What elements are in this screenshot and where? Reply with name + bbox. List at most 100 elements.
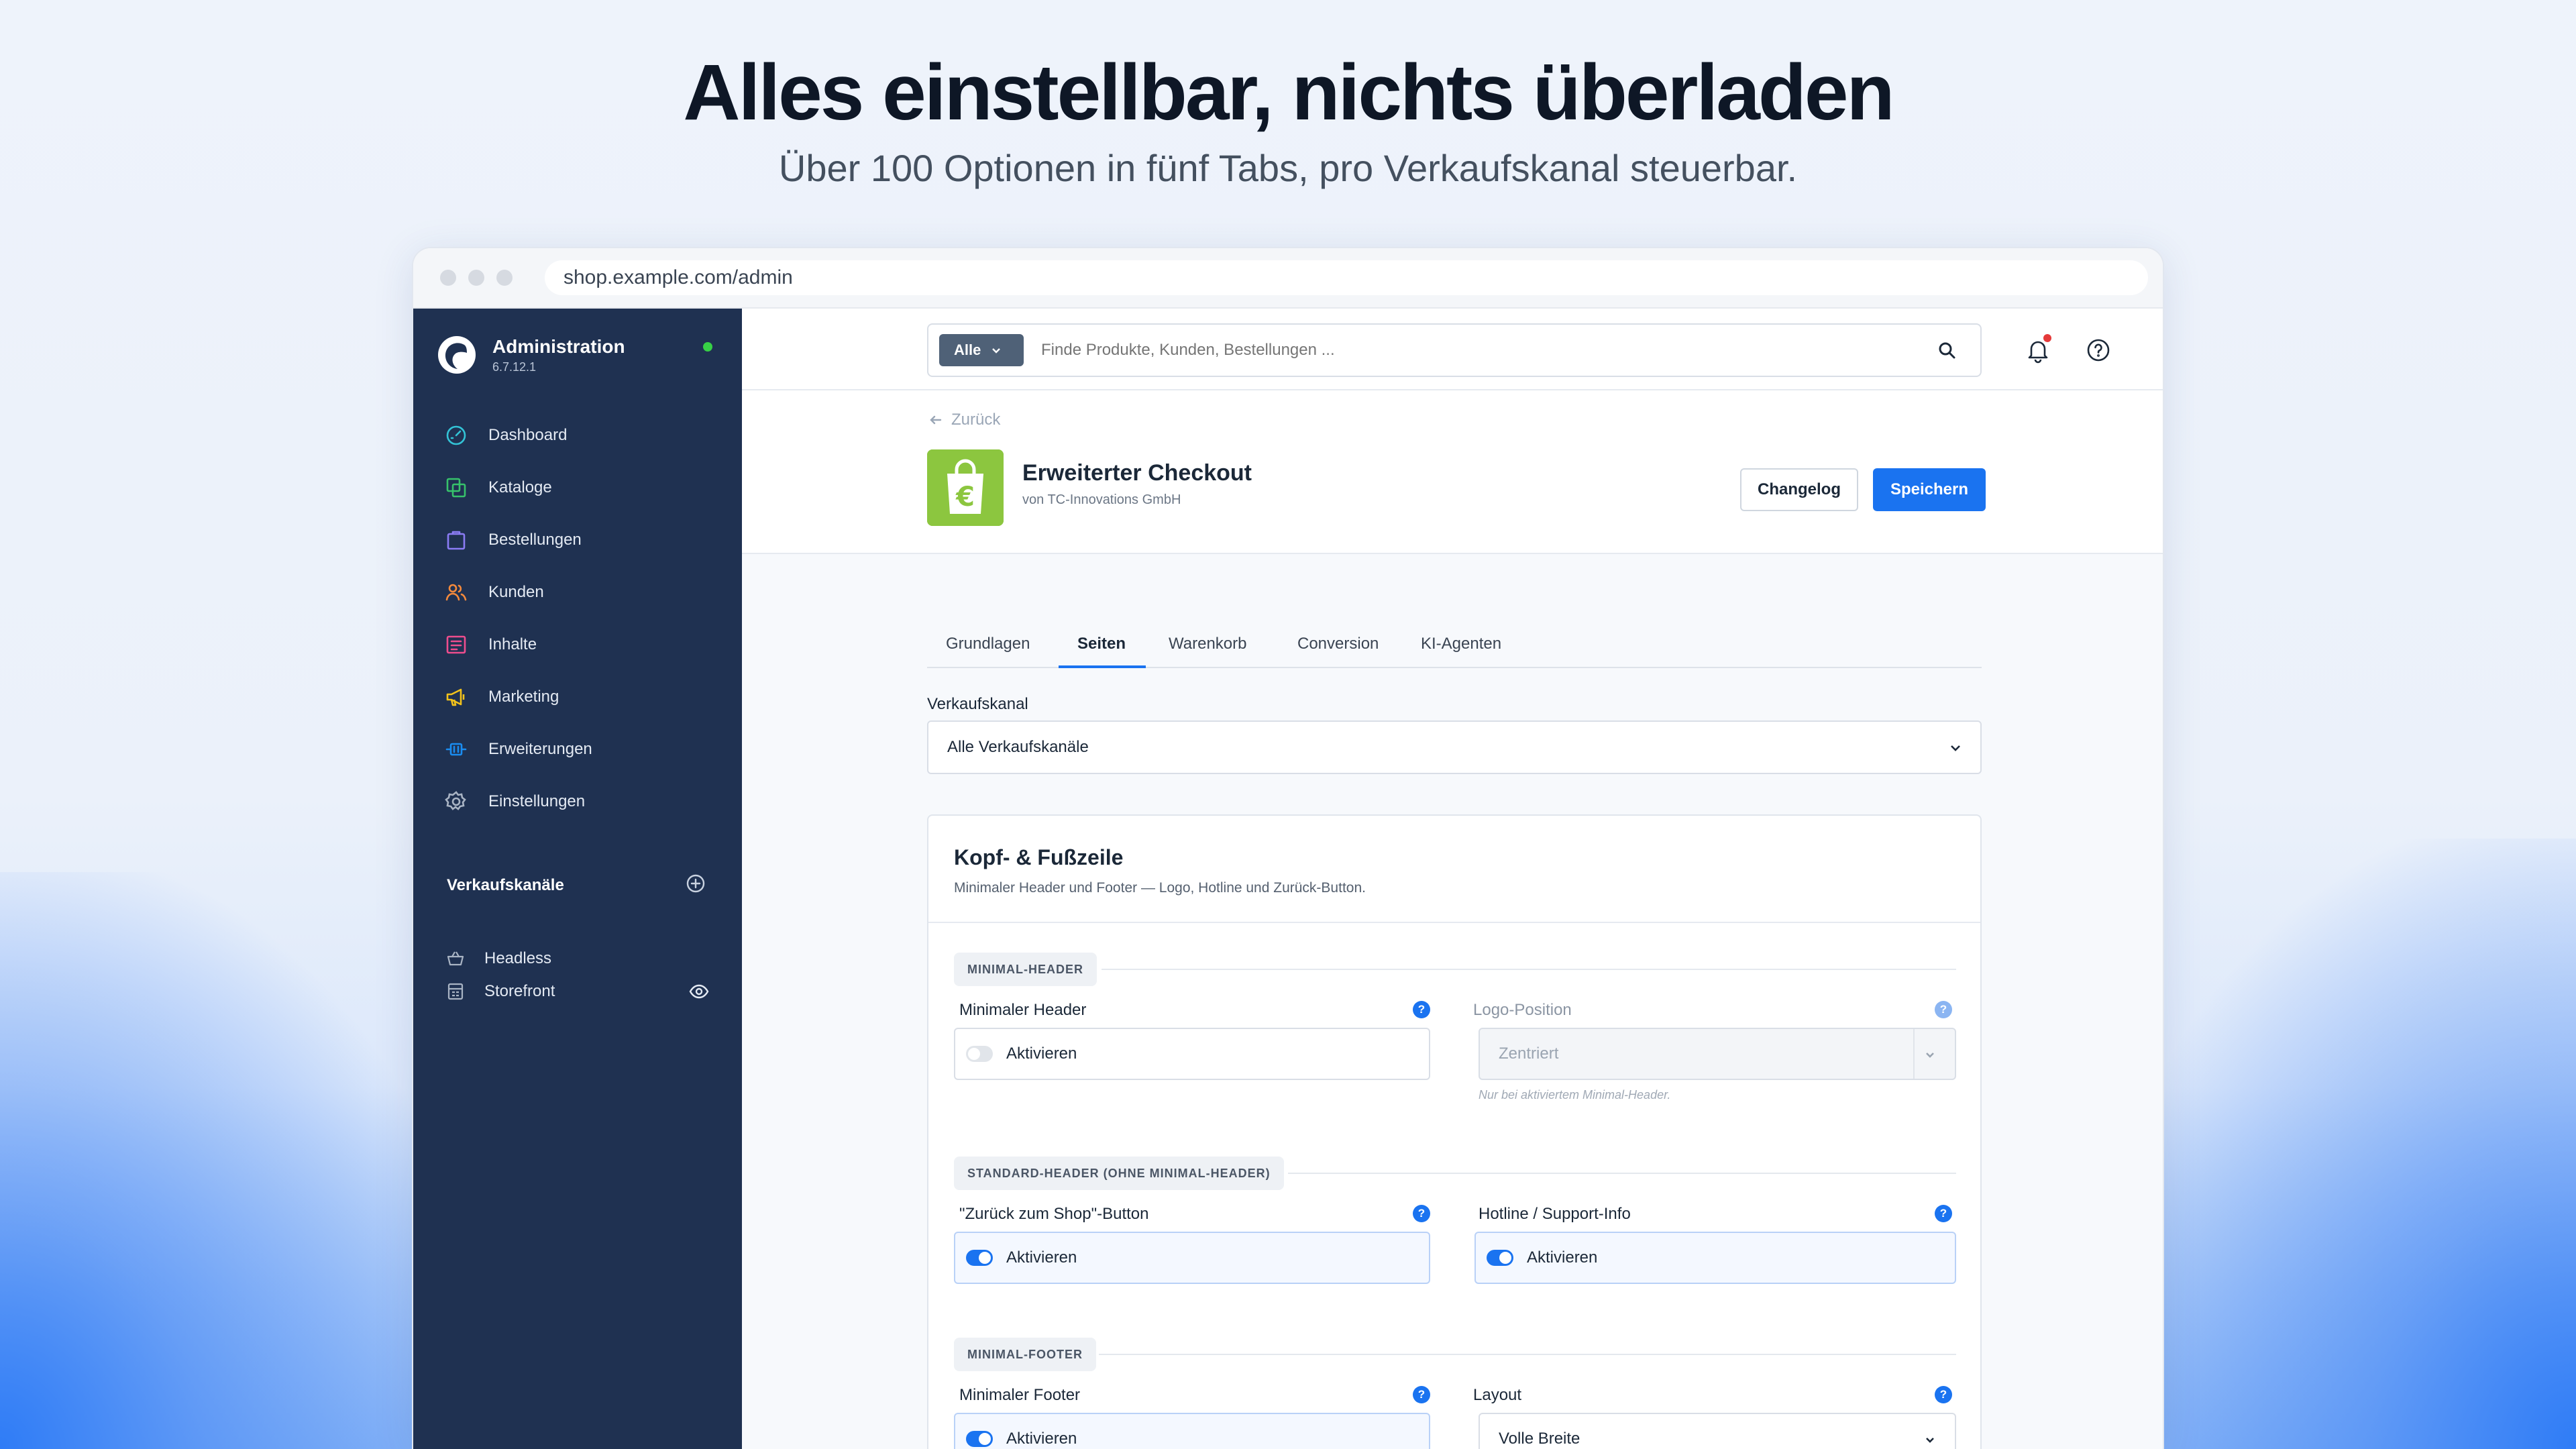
toggle-text: Aktivieren [1006, 1044, 1077, 1063]
sidebar-item-label: Einstellungen [488, 792, 586, 810]
tab-bar: Grundlagen Seiten Warenkorb Conversion K… [927, 628, 1982, 668]
arrow-left-icon [930, 415, 942, 425]
minimal-header-toggle[interactable]: Aktivieren [954, 1028, 1430, 1080]
url-bar[interactable]: shop.example.com/admin [545, 260, 2148, 295]
sidebar-channel-storefront[interactable]: Storefront [445, 978, 555, 1005]
help-icon[interactable]: ? [1413, 1001, 1430, 1018]
chevron-down-icon [1951, 745, 1960, 751]
help-circle-icon[interactable] [2085, 337, 2112, 364]
search-type-label: Alle [954, 341, 981, 358]
search-input[interactable] [1041, 341, 1913, 360]
hero-headline: Alles einstellbar, nichts überladen [683, 48, 1894, 137]
minimal-header-label: Minimaler Header [959, 1001, 1087, 1019]
logo-position-hint: Nur bei aktiviertem Minimal-Header. [1479, 1088, 1671, 1102]
sidebar: Administration 6.7.12.1 Dashboard Katalo… [413, 309, 742, 1449]
back-to-shop-label: "Zurück zum Shop"-Button [959, 1205, 1149, 1223]
top-bar: Alle [742, 309, 2163, 390]
layout-select[interactable]: Volle Breite [1479, 1413, 1956, 1449]
section-divider [1099, 1354, 1956, 1355]
sales-channel-value: Alle Verkaufskanäle [947, 738, 1089, 756]
window-close-dot[interactable] [440, 270, 456, 286]
sidebar-channel-headless[interactable]: Headless [445, 945, 551, 972]
toggle-text: Aktivieren [1527, 1248, 1598, 1267]
changelog-button[interactable]: Changelog [1740, 468, 1858, 511]
basket-icon [447, 951, 464, 966]
section-divider [1102, 969, 1956, 970]
tab-conversion[interactable]: Conversion [1297, 635, 1379, 667]
toggle-switch-on[interactable] [966, 1250, 993, 1266]
active-tab-indicator [1059, 665, 1146, 668]
page-header: Zurück € Erweiterter Checkout von TC-Inn… [742, 390, 2163, 554]
main-area: Alle Zurück € [742, 309, 2163, 1449]
sidebar-item-label: Bestellungen [488, 531, 582, 549]
tab-grundlagen[interactable]: Grundlagen [946, 635, 1030, 667]
tab-ki-agenten[interactable]: KI-Agenten [1421, 635, 1501, 667]
brand-title: Administration [492, 335, 625, 357]
minimal-footer-toggle[interactable]: Aktivieren [954, 1413, 1430, 1449]
plug-icon [445, 743, 467, 756]
card-header: Kopf- & Fußzeile Minimaler Header und Fo… [928, 816, 1980, 923]
sidebar-item-kataloge[interactable]: Kataloge [413, 462, 742, 514]
plugin-title: Erweiterter Checkout [1022, 460, 1252, 486]
hotline-label: Hotline / Support-Info [1479, 1205, 1631, 1223]
plugin-logo: € [927, 449, 1004, 526]
toggle-switch-on[interactable] [966, 1431, 993, 1447]
sidebar-item-label: Erweiterungen [488, 740, 592, 758]
sidebar-item-einstellungen[interactable]: Einstellungen [413, 775, 742, 828]
back-to-shop-toggle[interactable]: Aktivieren [954, 1232, 1430, 1284]
sidebar-item-label: Marketing [488, 688, 559, 706]
sidebar-item-label: Dashboard [488, 426, 568, 444]
toggle-text: Aktivieren [1006, 1430, 1077, 1448]
header-footer-card: Kopf- & Fußzeile Minimaler Header und Fo… [927, 814, 1982, 1449]
sidebar-item-kunden[interactable]: Kunden [413, 566, 742, 619]
help-icon[interactable]: ? [1413, 1386, 1430, 1403]
section-tag-minimal-footer: MINIMAL-FOOTER [954, 1338, 1096, 1371]
online-status-dot [703, 342, 712, 352]
chevron-down-icon [992, 348, 1001, 354]
sales-channel-select[interactable]: Alle Verkaufskanäle [927, 720, 1982, 774]
help-icon[interactable]: ? [1935, 1386, 1952, 1403]
sidebar-item-dashboard[interactable]: Dashboard [413, 409, 742, 462]
window-minimize-dot[interactable] [468, 270, 484, 286]
hero-subheadline: Über 100 Optionen in fünf Tabs, pro Verk… [778, 147, 1798, 189]
logo-position-value: Zentriert [1499, 1044, 1559, 1063]
sidebar-item-label: Kataloge [488, 478, 552, 496]
toggle-switch-off[interactable] [966, 1046, 993, 1062]
megaphone-icon [446, 688, 465, 706]
tab-warenkorb[interactable]: Warenkorb [1169, 635, 1246, 667]
shopping-bag-icon [447, 531, 466, 550]
window-maximize-dot[interactable] [496, 270, 513, 286]
plugin-vendor: von TC-Innovations GmbH [1022, 492, 1181, 507]
chevron-down-icon [1926, 1438, 1934, 1443]
sidebar-item-bestellungen[interactable]: Bestellungen [413, 514, 742, 566]
toggle-switch-on[interactable] [1487, 1250, 1513, 1266]
tab-seiten[interactable]: Seiten [1077, 635, 1126, 667]
add-circle-icon[interactable] [684, 872, 707, 895]
help-icon[interactable]: ? [1413, 1205, 1430, 1222]
eye-icon[interactable] [688, 981, 710, 1002]
sidebar-item-erweiterungen[interactable]: Erweiterungen [413, 723, 742, 775]
logo-position-label: Logo-Position [1473, 1001, 1572, 1019]
gear-icon [445, 791, 466, 810]
card-title: Kopf- & Fußzeile [954, 845, 1124, 869]
help-icon[interactable]: ? [1935, 1001, 1952, 1018]
sidebar-item-label: Inhalte [488, 635, 537, 653]
search-icon[interactable] [1937, 341, 1957, 361]
sidebar-item-marketing[interactable]: Marketing [413, 671, 742, 723]
copy-icon [446, 478, 466, 498]
search-type-dropdown[interactable]: Alle [939, 334, 1024, 366]
brand[interactable]: Administration 6.7.12.1 [437, 335, 625, 374]
channel-label: Storefront [484, 982, 555, 1000]
browser-toolbar: shop.example.com/admin [413, 248, 2163, 309]
global-search: Alle [927, 323, 1982, 377]
hotline-toggle[interactable]: Aktivieren [1474, 1232, 1956, 1284]
help-icon[interactable]: ? [1935, 1205, 1952, 1222]
section-divider [1288, 1173, 1956, 1174]
back-link[interactable]: Zurück [927, 411, 1000, 429]
minimal-footer-label: Minimaler Footer [959, 1386, 1081, 1404]
notification-dot [2043, 334, 2051, 342]
save-button[interactable]: Speichern [1873, 468, 1986, 511]
sidebar-item-inhalte[interactable]: Inhalte [413, 619, 742, 671]
content-list-icon [446, 635, 466, 654]
gauge-icon [446, 425, 466, 445]
